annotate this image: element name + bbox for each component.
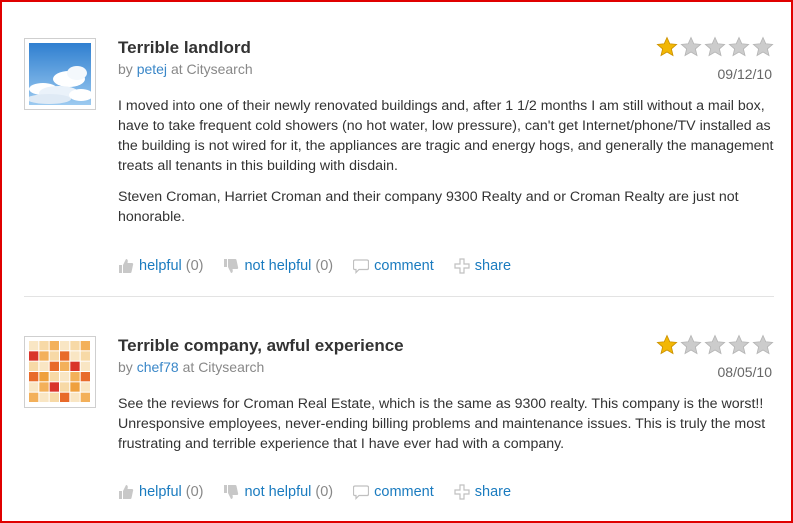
thumbs-down-icon — [223, 258, 239, 274]
helpful-button[interactable]: helpful (0) — [118, 258, 203, 274]
helpful-label: helpful — [139, 484, 182, 500]
review-paragraph: See the reviews for Croman Real Estate, … — [118, 396, 766, 452]
not-helpful-button[interactable]: not helpful (0) — [223, 484, 333, 500]
share-button[interactable]: share — [454, 258, 511, 274]
comment-label: comment — [374, 484, 434, 500]
review-source: at Citysearch — [170, 61, 253, 77]
review-byline: by chef78 at Citysearch — [118, 359, 264, 375]
star-empty-icon — [752, 334, 774, 355]
helpful-button[interactable]: helpful (0) — [118, 484, 203, 500]
review-paragraph: Steven Croman, Harriet Croman and their … — [118, 189, 739, 225]
review-body: See the reviews for Croman Real Estate, … — [118, 394, 778, 465]
review-actions: helpful (0) not helpful (0) comment shar… — [118, 484, 531, 500]
star-rating — [656, 334, 774, 356]
star-empty-icon — [704, 334, 726, 355]
review-actions: helpful (0) not helpful (0) comment shar… — [118, 258, 531, 274]
thumbs-up-icon — [118, 484, 134, 500]
user-avatar[interactable] — [24, 38, 96, 110]
review-paragraph: I moved into one of their newly renovate… — [118, 98, 774, 174]
thumbs-up-icon — [118, 258, 134, 274]
review-list-frame: Terrible landlord by petej at Citysearch… — [0, 0, 793, 523]
share-button[interactable]: share — [454, 484, 511, 500]
share-label: share — [474, 484, 512, 500]
review-source: at Citysearch — [182, 359, 265, 375]
plus-icon — [454, 484, 470, 500]
orange-mosaic-avatar-icon — [29, 341, 90, 402]
not-helpful-label: not helpful — [244, 258, 312, 274]
review-title: Terrible landlord — [118, 38, 251, 57]
comment-label: comment — [374, 258, 434, 274]
plus-icon — [454, 258, 470, 274]
review-date: 09/12/10 — [717, 66, 773, 82]
by-label: by — [118, 61, 133, 77]
not-helpful-count: (0) — [315, 258, 334, 274]
cloudy-sky-avatar-icon — [29, 43, 91, 105]
star-empty-icon — [728, 334, 750, 355]
star-empty-icon — [680, 334, 702, 355]
helpful-count: (0) — [185, 484, 204, 500]
thumbs-down-icon — [223, 484, 239, 500]
review-date: 08/05/10 — [717, 364, 773, 380]
review-body: I moved into one of their newly renovate… — [118, 96, 778, 238]
star-filled-icon — [656, 334, 678, 355]
review-byline: by petej at Citysearch — [118, 61, 253, 77]
star-empty-icon — [704, 36, 726, 57]
reviewer-link[interactable]: chef78 — [137, 359, 179, 375]
share-label: share — [474, 258, 512, 274]
star-empty-icon — [728, 36, 750, 57]
speech-bubble-icon — [353, 258, 370, 274]
star-empty-icon — [680, 36, 702, 57]
by-label: by — [118, 359, 133, 375]
star-rating — [656, 36, 774, 58]
helpful-count: (0) — [185, 258, 204, 274]
review-divider — [24, 296, 774, 297]
user-avatar[interactable] — [24, 336, 96, 408]
comment-button[interactable]: comment — [353, 258, 434, 274]
speech-bubble-icon — [353, 484, 370, 500]
review-title: Terrible company, awful experience — [118, 336, 404, 355]
not-helpful-button[interactable]: not helpful (0) — [223, 258, 333, 274]
not-helpful-label: not helpful — [244, 484, 312, 500]
reviewer-link[interactable]: petej — [137, 61, 167, 77]
star-filled-icon — [656, 36, 678, 57]
not-helpful-count: (0) — [315, 484, 334, 500]
star-empty-icon — [752, 36, 774, 57]
comment-button[interactable]: comment — [353, 484, 434, 500]
helpful-label: helpful — [139, 258, 182, 274]
